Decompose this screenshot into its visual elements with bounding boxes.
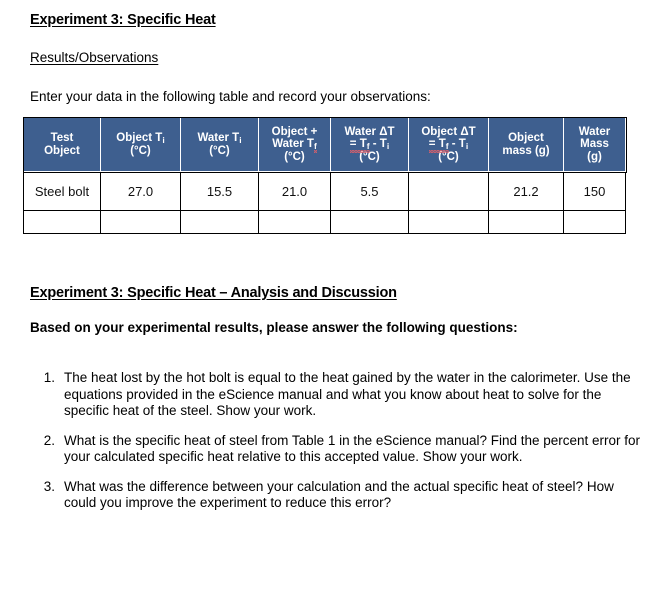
cell-object-ti[interactable] [100, 210, 181, 234]
col-object-ti: Object Ti (°C) [100, 117, 181, 172]
cell-object-delta-t[interactable] [408, 171, 489, 211]
instruction-text: Enter your data in the following table a… [30, 89, 431, 104]
cell-test-object[interactable]: Steel bolt [23, 171, 101, 211]
col-water-delta-t: Water ΔT = Tf - Ti (°C) [330, 117, 409, 172]
specific-heat-data-table: Test Object Object Ti (°C) Water Ti (°C)… [22, 116, 627, 234]
page-title: Experiment 3: Specific Heat [30, 12, 216, 28]
question-text: The heat lost by the hot bolt is equal t… [64, 370, 631, 418]
spellcheck-squiggle-icon: f [313, 138, 317, 153]
col-object-delta-t: Object ΔT = Tf - Ti (°C) [408, 117, 489, 172]
cell-water-delta-t[interactable] [330, 210, 409, 234]
question-text: What is the specific heat of steel from … [64, 432, 641, 465]
analysis-discussion-heading: Experiment 3: Specific Heat – Analysis a… [30, 285, 397, 301]
cell-object-mass[interactable]: 21.2 [488, 171, 564, 211]
questions-prompt: Based on your experimental results, plea… [30, 320, 518, 335]
table-row [23, 210, 626, 234]
cell-water-ti[interactable]: 15.5 [180, 171, 259, 211]
cell-object-water-tf[interactable]: 21.0 [258, 171, 331, 211]
results-observations-heading: Results/Observations [30, 50, 159, 65]
spellcheck-squiggle-icon: = Tf [349, 138, 370, 153]
question-number: 1. [43, 370, 55, 385]
table-header-row: Test Object Object Ti (°C) Water Ti (°C)… [22, 116, 627, 173]
cell-water-mass[interactable]: 150 [563, 171, 626, 211]
cell-object-water-tf[interactable] [258, 210, 331, 234]
question-number: 2. [43, 432, 55, 448]
col-water-ti: Water Ti (°C) [180, 117, 259, 172]
cell-water-ti[interactable] [180, 210, 259, 234]
document-page: Experiment 3: Specific Heat Results/Obse… [0, 0, 661, 589]
cell-object-mass[interactable] [488, 210, 564, 234]
cell-test-object[interactable] [23, 210, 101, 234]
table-row: Steel bolt 27.0 15.5 21.0 5.5 21.2 150 [23, 171, 626, 211]
cell-water-mass[interactable] [563, 210, 626, 234]
list-item: 2. What is the specific heat of steel fr… [30, 433, 646, 466]
list-item: 1. The heat lost by the hot bolt is equa… [30, 370, 646, 420]
question-number: 3. [43, 478, 55, 494]
question-text: What was the difference between your cal… [64, 478, 614, 511]
col-test-object: Test Object [23, 117, 101, 172]
col-water-mass: Water Mass (g) [563, 117, 626, 172]
col-object-mass: Object mass (g) [488, 117, 564, 172]
spellcheck-squiggle-icon: = Tf [428, 138, 449, 153]
list-item: 3. What was the difference between your … [30, 479, 646, 512]
cell-object-ti[interactable]: 27.0 [100, 171, 181, 211]
questions-list: 1. The heat lost by the hot bolt is equa… [30, 370, 646, 525]
col-object-water-tf: Object + Water Tf (°C) [258, 117, 331, 172]
cell-water-delta-t[interactable]: 5.5 [330, 171, 409, 211]
cell-object-delta-t[interactable] [408, 210, 489, 234]
